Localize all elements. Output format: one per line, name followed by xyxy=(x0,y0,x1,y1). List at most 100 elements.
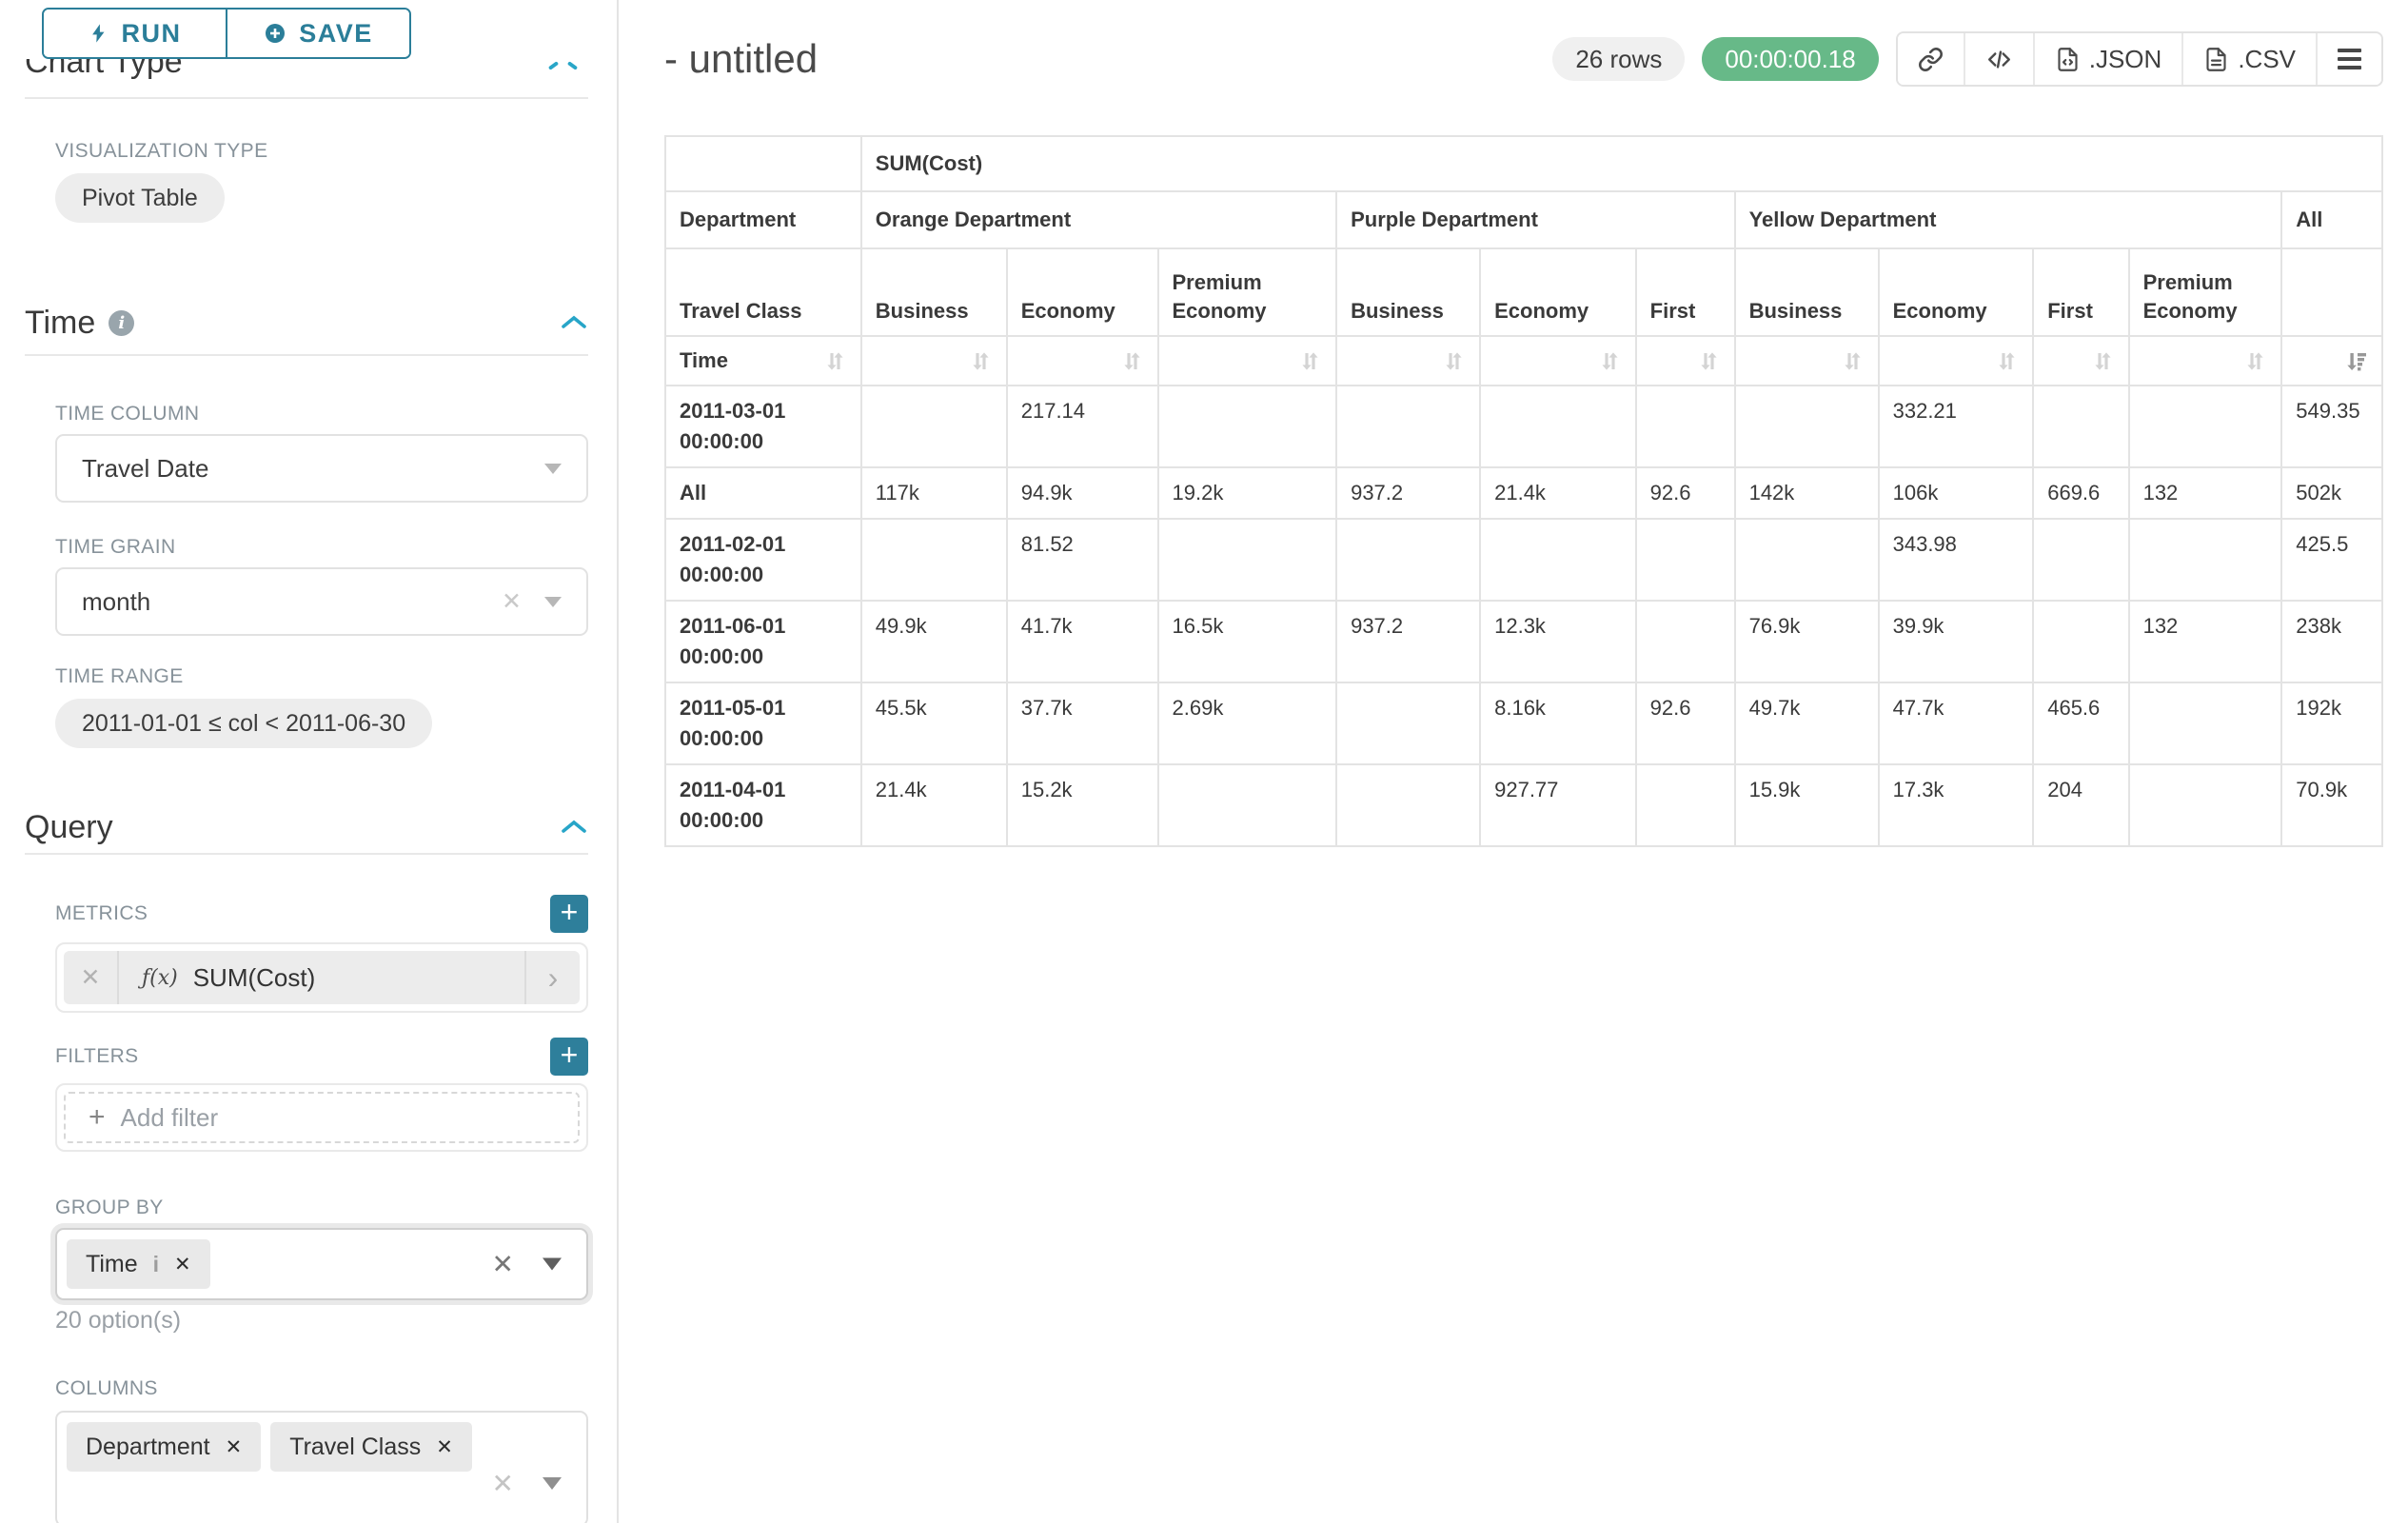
query-section-header: Query xyxy=(25,807,588,847)
chart-header-actions: 26 rows 00:00:00.18 .JSON .CSV xyxy=(1552,31,2383,87)
clear-icon[interactable]: ✕ xyxy=(492,1468,514,1499)
pivot-value-cell: 8.16k xyxy=(1480,682,1636,764)
menu-button[interactable] xyxy=(2316,33,2381,85)
view-query-button[interactable] xyxy=(1964,33,2033,85)
columns-tag-label: Travel Class xyxy=(289,1434,421,1461)
export-json-button[interactable]: .JSON xyxy=(2033,33,2182,85)
group-by-select[interactable]: Timei✕ ✕ xyxy=(55,1228,588,1300)
time-range-label: TIME RANGE xyxy=(55,664,617,689)
pivot-value-cell: 17.3k xyxy=(1879,764,2034,846)
measure-header: SUM(Cost) xyxy=(861,136,2382,191)
columns-tag[interactable]: Travel Class ✕ xyxy=(270,1422,472,1472)
travel-class-header: Economy xyxy=(1007,248,1158,336)
sort-button[interactable] xyxy=(1598,349,1622,373)
sort-icon xyxy=(1298,349,1322,373)
clear-icon[interactable]: ✕ xyxy=(492,1249,514,1280)
sort-button[interactable] xyxy=(1442,349,1466,373)
plus-circle-icon xyxy=(264,22,286,45)
control-panel-scroll[interactable]: Chart Type VISUALIZATION TYPE Pivot Tabl… xyxy=(0,0,617,1523)
pivot-value-cell xyxy=(1336,764,1480,846)
remove-tag-icon[interactable]: ✕ xyxy=(174,1253,191,1276)
section-divider xyxy=(25,354,588,356)
export-csv-button[interactable]: .CSV xyxy=(2181,33,2316,85)
sort-button[interactable] xyxy=(823,349,847,373)
group-by-tag[interactable]: Timei✕ xyxy=(67,1239,210,1289)
chevron-down-icon[interactable] xyxy=(543,1258,562,1271)
chevron-down-icon[interactable] xyxy=(544,597,562,607)
time-range-pill[interactable]: 2011-01-01 ≤ col < 2011-06-30 xyxy=(55,699,432,748)
table-row: 2011-04-01 00:00:0021.4k15.2k927.7715.9k… xyxy=(665,764,2382,846)
control-panel-sidebar: Chart Type VISUALIZATION TYPE Pivot Tabl… xyxy=(0,0,619,1523)
sort-header-cell xyxy=(1158,336,1337,386)
sort-button[interactable] xyxy=(1697,349,1721,373)
chevron-up-icon xyxy=(560,314,588,331)
chevron-down-icon[interactable] xyxy=(543,1477,562,1490)
clear-icon[interactable]: ✕ xyxy=(502,587,522,616)
pivot-value-cell xyxy=(1336,386,1480,467)
pivot-value-cell: 16.5k xyxy=(1158,601,1337,682)
remove-tag-icon[interactable]: ✕ xyxy=(226,1435,243,1459)
pivot-value-cell xyxy=(1636,764,1735,846)
pivot-corner-cell xyxy=(665,136,861,191)
add-filter-button[interactable]: + Add filter xyxy=(64,1092,580,1143)
chevron-down-icon[interactable] xyxy=(544,464,562,474)
time-grain-select[interactable]: month ✕ xyxy=(55,567,588,636)
json-file-icon xyxy=(2055,47,2081,72)
sort-button[interactable] xyxy=(2344,349,2368,373)
sort-button[interactable] xyxy=(2243,349,2267,373)
pivot-value-cell: 37.7k xyxy=(1007,682,1158,764)
pivot-value-cell xyxy=(861,519,1007,601)
columns-tag[interactable]: Department✕ xyxy=(67,1422,261,1472)
row-header-cell: All xyxy=(665,467,861,519)
pivot-value-cell: 2.69k xyxy=(1158,682,1337,764)
add-metric-button[interactable]: + xyxy=(550,895,588,933)
add-filter-plus-button[interactable]: + xyxy=(550,1038,588,1076)
info-icon: i xyxy=(153,1252,159,1277)
sort-button[interactable] xyxy=(1298,349,1322,373)
sort-header-cell xyxy=(1480,336,1636,386)
pivot-value-cell: 21.4k xyxy=(1480,467,1636,519)
sort-header-cell xyxy=(1735,336,1879,386)
pivot-value-cell: 217.14 xyxy=(1007,386,1158,467)
chevron-up-icon xyxy=(560,819,588,836)
query-section-collapse-button[interactable] xyxy=(560,819,588,836)
remove-tag-icon[interactable]: ✕ xyxy=(436,1435,453,1459)
save-button[interactable]: SAVE xyxy=(227,10,409,57)
department-group-header: Orange Department xyxy=(861,191,1336,248)
time-section-collapse-button[interactable] xyxy=(560,314,588,331)
table-row: 2011-02-01 00:00:0081.52343.98425.5 xyxy=(665,519,2382,601)
pivot-value-cell: 927.77 xyxy=(1480,764,1636,846)
pivot-value-cell: 39.9k xyxy=(1879,601,2034,682)
sort-button[interactable] xyxy=(1841,349,1865,373)
sort-button[interactable] xyxy=(969,349,993,373)
metrics-container: ✕ ƒ(x) SUM(Cost) › xyxy=(55,942,588,1013)
run-button[interactable]: RUN xyxy=(44,10,227,57)
row-header-cell: 2011-03-01 00:00:00 xyxy=(665,386,861,467)
travel-class-header: First xyxy=(2033,248,2128,336)
columns-select[interactable]: Department✕ Travel Class ✕ ✕ xyxy=(55,1411,588,1523)
travel-class-header: Premium Economy xyxy=(1158,248,1337,336)
chart-panel: - untitled 26 rows 00:00:00.18 .JSON xyxy=(619,0,2408,1523)
sort-header-cell xyxy=(861,336,1007,386)
chevron-right-icon[interactable]: › xyxy=(524,951,580,1004)
pivot-value-cell: 49.7k xyxy=(1735,682,1879,764)
fx-icon: ƒ(x) xyxy=(142,966,178,990)
chart-title[interactable]: - untitled xyxy=(664,36,818,82)
pivot-value-cell xyxy=(1336,519,1480,601)
pivot-value-cell: 117k xyxy=(861,467,1007,519)
columns-label: COLUMNS xyxy=(55,1376,617,1401)
sort-button[interactable] xyxy=(1120,349,1144,373)
pivot-value-cell: 937.2 xyxy=(1336,601,1480,682)
sort-button[interactable] xyxy=(1995,349,2019,373)
pivot-value-cell: 142k xyxy=(1735,467,1879,519)
visualization-type-pill[interactable]: Pivot Table xyxy=(55,173,225,223)
share-link-button[interactable] xyxy=(1898,33,1964,85)
pivot-value-cell xyxy=(1735,386,1879,467)
travel-class-header: Economy xyxy=(1879,248,2034,336)
metric-pill[interactable]: ✕ ƒ(x) SUM(Cost) › xyxy=(64,951,580,1004)
sort-button[interactable] xyxy=(2091,349,2115,373)
remove-metric-icon[interactable]: ✕ xyxy=(64,951,119,1004)
pivot-value-cell: 45.5k xyxy=(861,682,1007,764)
sort-icon xyxy=(1120,349,1144,373)
time-column-select[interactable]: Travel Date xyxy=(55,434,588,503)
